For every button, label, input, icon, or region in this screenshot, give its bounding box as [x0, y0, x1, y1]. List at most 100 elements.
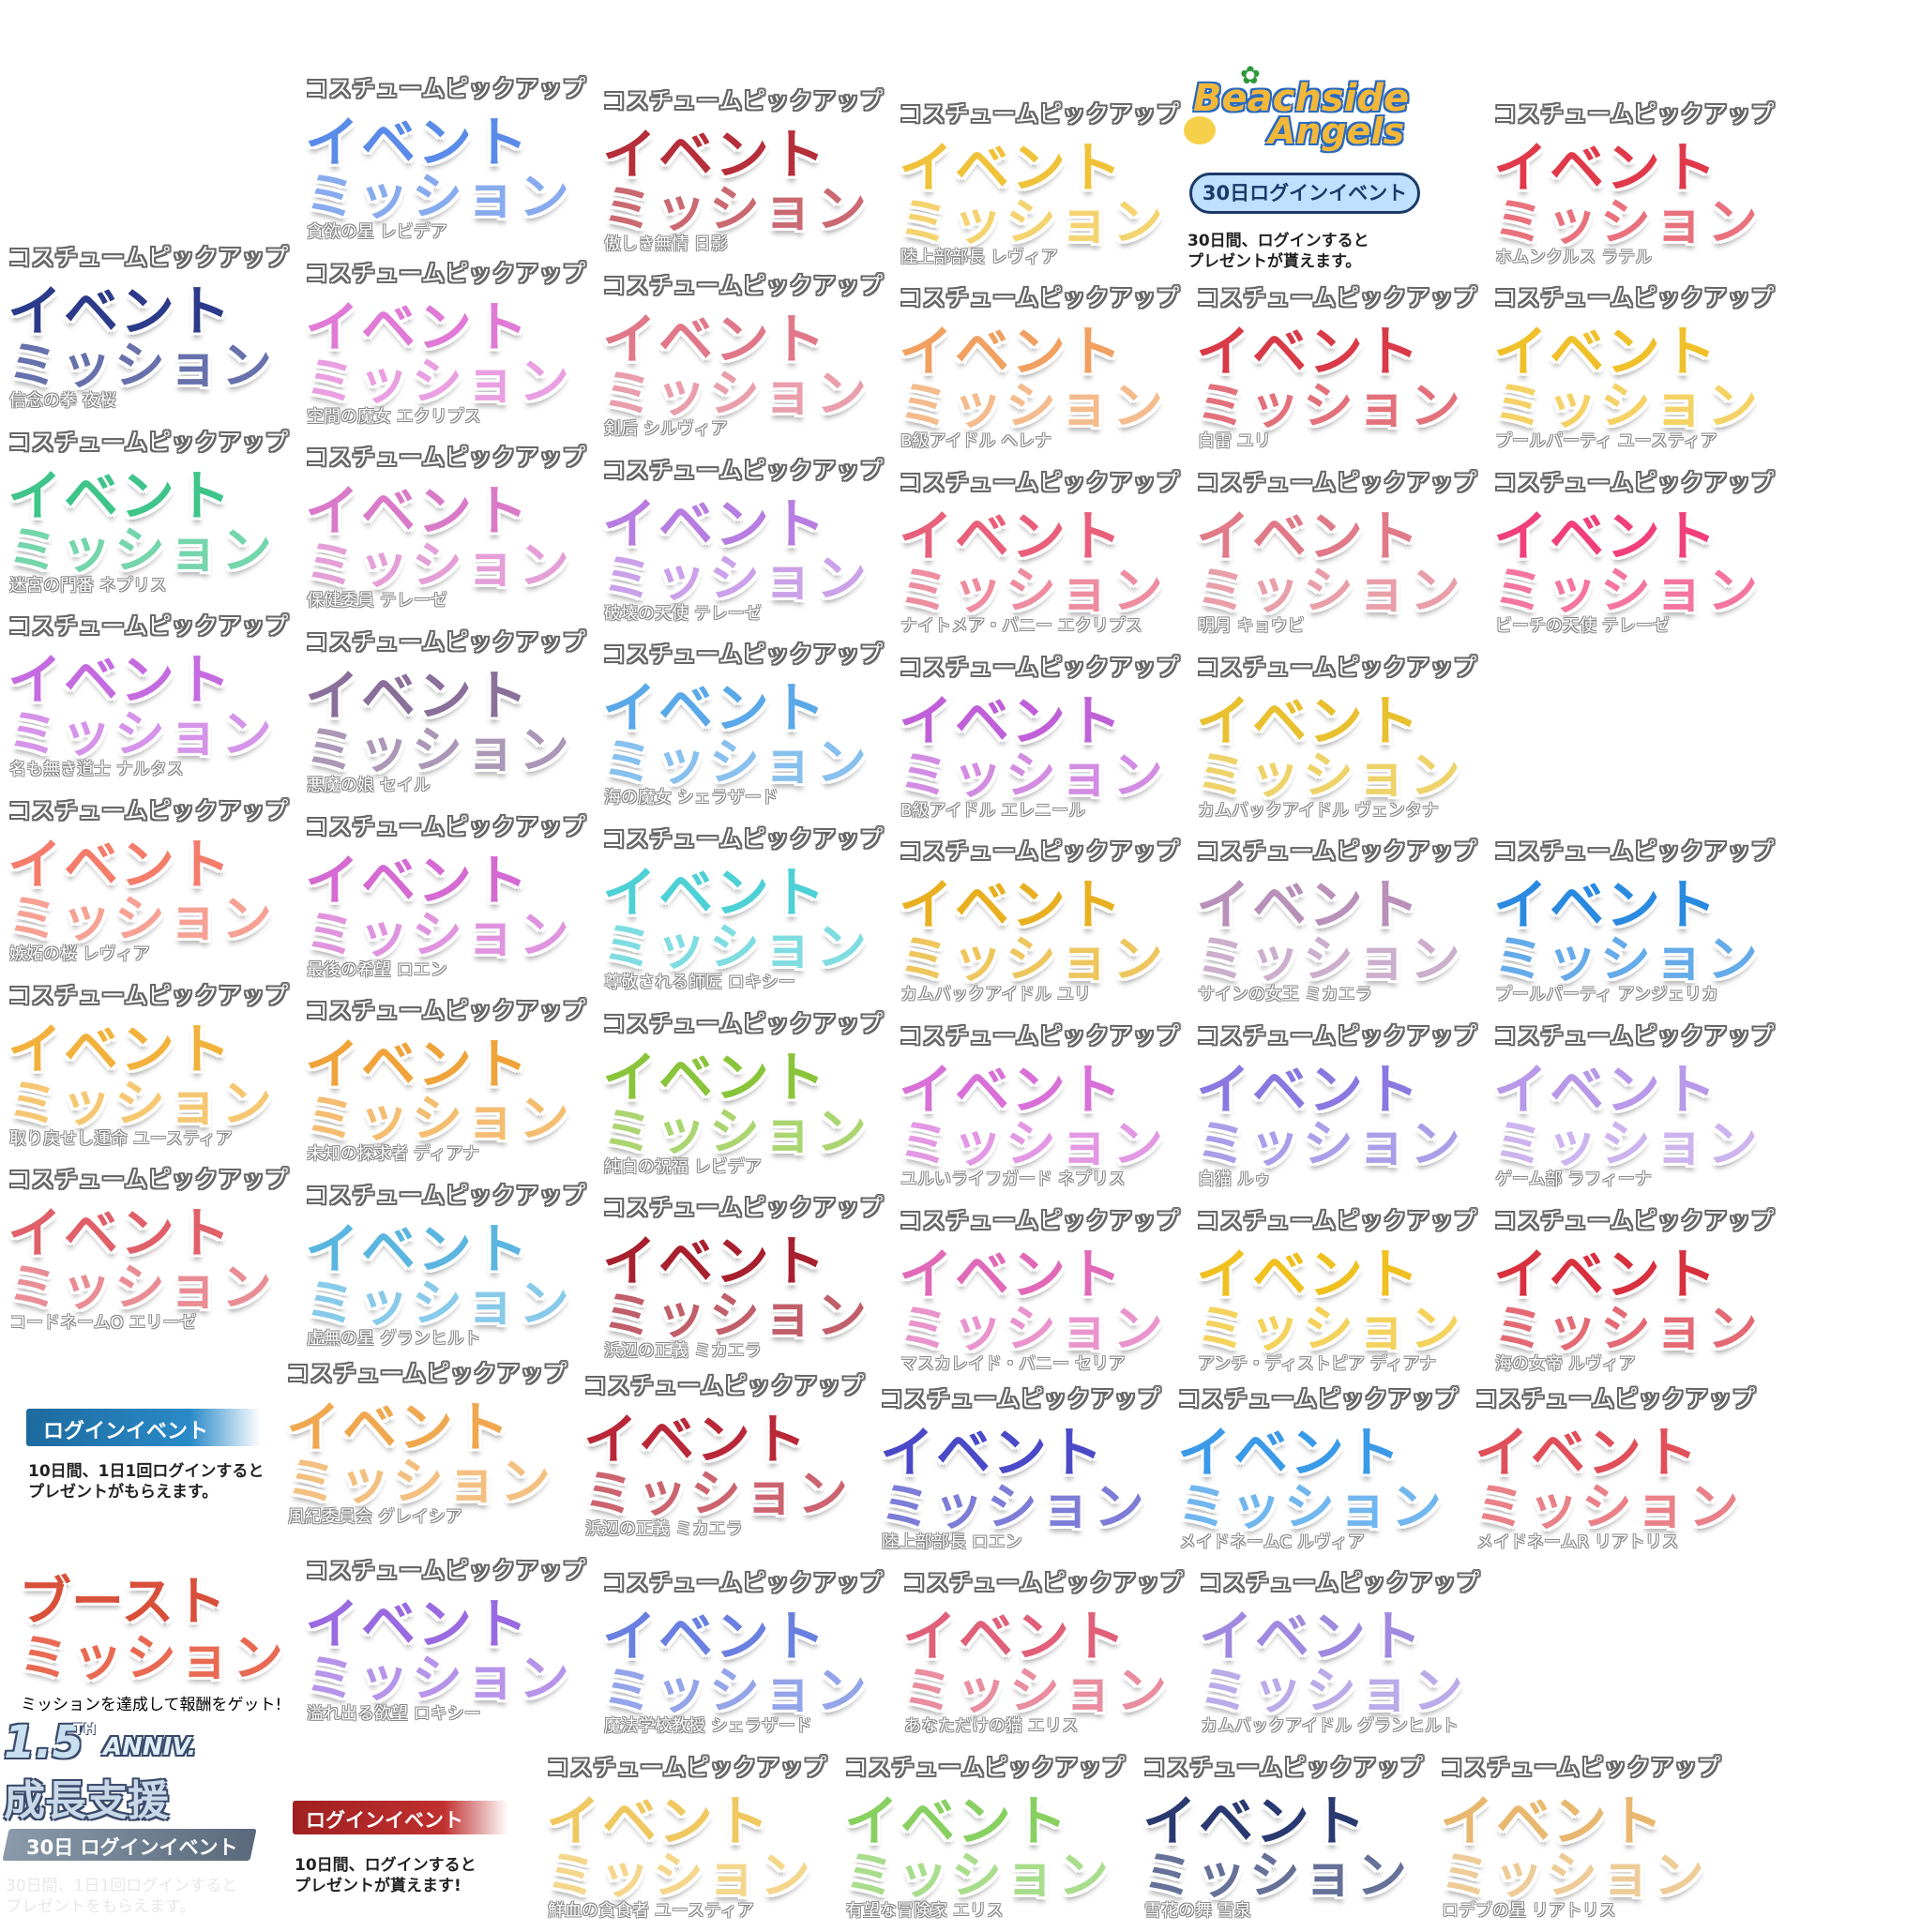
- tile-caption: 最後の希望 ロエン: [307, 960, 447, 980]
- tile-caption: 純白の祝福 レビデア: [604, 1157, 762, 1177]
- mission-tile: コスチュームピックアップ イベント ミッション 白猫 ルゥ: [1196, 1018, 1477, 1200]
- tile-caption: ホムンクルス ラテル: [1495, 248, 1653, 267]
- tile-caption: 破壊の天使 テレーゼ: [604, 604, 762, 624]
- boost-caption: ミッションを達成して報酬をゲット!: [21, 1696, 282, 1714]
- tile-caption: ロデブの星 リアトリス: [1442, 1901, 1616, 1921]
- tile-caption: あなただけの猫 エリス: [904, 1716, 1079, 1736]
- mission-tile: コスチュームピックアップ イベント ミッション 迷宮の門番 ネプリス: [8, 424, 289, 607]
- tile-caption: ユルいライフガード ネプリス: [900, 1170, 1126, 1189]
- tile-caption: 鮮血の貪食者 ユースティア: [548, 1901, 754, 1921]
- mission-tile: コスチュームピックアップ イベント ミッション 風紀委員会 グレイシア: [286, 1355, 567, 1538]
- mission-tile: コスチュームピックアップ イベント ミッション 浜辺の正義 ミカエラ: [602, 1189, 884, 1372]
- mission-tile: コスチュームピックアップ イベント ミッション ホムンクルス ラテル: [1493, 96, 1775, 279]
- mission-tile: コスチュームピックアップ イベント ミッション 名も無き道士 ナルタス: [8, 608, 289, 791]
- tile-caption: 白猫 ルゥ: [1198, 1170, 1271, 1189]
- mission-tile: コスチュームピックアップ イベント ミッション メイドネームR リアトリス: [1475, 1381, 1756, 1563]
- anniv-label: ANNIV.: [103, 1733, 197, 1761]
- tile-caption: 悪魔の娘 セイル: [307, 776, 431, 795]
- boost-line2: ミッション: [19, 1628, 286, 1687]
- tile-caption: プールパーティ ユースティア: [1495, 431, 1717, 451]
- mission-tile: コスチュームピックアップ イベント ミッション 傲しき無情 日影: [602, 83, 884, 265]
- mission-tile: コスチュームピックアップ イベント ミッション 陸上部部長 レヴィア: [899, 96, 1180, 279]
- mission-tile: コスチュームピックアップ イベント ミッション ゲーム部 ラフィーナ: [1493, 1018, 1775, 1200]
- anniv-th: TH: [73, 1720, 97, 1738]
- mission-tile: コスチュームピックアップ イベント ミッション 剣后 シルヴィア: [602, 267, 884, 450]
- login-event-title: ログインイベント: [43, 1420, 209, 1443]
- login-event-desc-2: プレゼントがもらえます。: [28, 1483, 219, 1502]
- tile-caption: 雪花の舞 雪泉: [1144, 1901, 1251, 1921]
- tile-caption: カムバックアイドル ヴェンタナ: [1198, 801, 1439, 821]
- tile-caption: 空間の魔女 エクリプス: [307, 407, 481, 427]
- mission-tile: コスチュームピックアップ イベント ミッション 嫉妬の桜 レヴィア: [8, 792, 289, 975]
- tile-caption: 嫉妬の桜 レヴィア: [9, 944, 150, 964]
- tile-caption: カムバックアイドル グランヒルト: [1201, 1716, 1459, 1736]
- login-event-desc-1: 10日間、1日1回ログインすると: [28, 1462, 265, 1481]
- tile-caption: アンチ・ディストピア ディアナ: [1198, 1354, 1437, 1374]
- mission-tile: コスチュームピックアップ イベント ミッション 貪欲の星 レビデア: [305, 70, 586, 253]
- login-event-blue: ログインイベント 10日間、1日1回ログインすると プレゼントがもらえます。: [26, 1407, 289, 1519]
- mission-tile: コスチュームピックアップ イベント ミッション コードネームO エリーゼ: [8, 1161, 289, 1344]
- login-event-red: ログインイベント 10日間、ログインすると プレゼントが貰えます!: [293, 1801, 537, 1904]
- tile-caption: 迷宮の門番 ネプリス: [9, 576, 167, 596]
- mission-tile: コスチュームピックアップ イベント ミッション 海の女帝 ルヴィア: [1493, 1202, 1775, 1385]
- anniversary-growth-support: 1.5 TH ANNIV. 成長支援 30日 ログインイベント 30日間、1日1…: [0, 1716, 272, 1916]
- mission-tile: コスチュームピックアップ イベント ミッション 純白の祝福 レビデア: [602, 1005, 884, 1188]
- tile-caption: ビーチの天使 テレーゼ: [1495, 616, 1670, 636]
- mission-tile: コスチュームピックアップ イベント ミッション メイドネームC ルヴィア: [1177, 1381, 1459, 1563]
- tile-caption: ナイトメア・バニー エクリプス: [900, 616, 1142, 636]
- mission-tile: コスチュームピックアップ イベント ミッション あなただけの猫 エリス: [902, 1564, 1184, 1747]
- mission-tile: コスチュームピックアップ イベント ミッション サインの女王 ミカエラ: [1196, 833, 1477, 1016]
- tile-caption: 傲しき無情 日影: [604, 234, 728, 254]
- tile-caption: 信念の拳 夜桜: [9, 391, 116, 411]
- tile-caption: 浜辺の正義 ミカエラ: [585, 1519, 743, 1539]
- tile-caption: 剣后 シルヴィア: [604, 419, 728, 439]
- mission-tile: コスチュームピックアップ イベント ミッション 虚無の星 グランヒルト: [305, 1177, 586, 1360]
- tile-caption: 尊敬される師匠 ロキシー: [604, 973, 795, 992]
- tile-caption: 取り戻せし運命 ユースティア: [9, 1129, 233, 1149]
- mission-tile: コスチュームピックアップ イベント ミッション アンチ・ディストピア ディアナ: [1196, 1202, 1477, 1385]
- mission-tile: コスチュームピックアップ イベント ミッション カムバックアイドル ユリ: [899, 833, 1180, 1016]
- tile-caption: 有望な冒険家 エリス: [846, 1901, 1004, 1921]
- mission-tile: コスチュームピックアップ イベント ミッション 未知の探求者 ディアナ: [305, 992, 586, 1175]
- mission-tile: コスチュームピックアップ イベント ミッション ロデブの星 リアトリス: [1440, 1749, 1721, 1932]
- tile-caption: 魔法学校教授 シェラザード: [604, 1716, 812, 1736]
- tile-caption: 海の女帝 ルヴィア: [1495, 1354, 1636, 1374]
- anniv-title: 成長支援: [4, 1777, 169, 1825]
- mission-tile: コスチュームピックアップ イベント ミッション 白雷 ユリ: [1196, 279, 1477, 462]
- mission-tile: コスチュームピックアップ イベント ミッション 雪花の舞 雪泉: [1142, 1749, 1424, 1932]
- mission-tile: コスチュームピックアップ イベント ミッション 尊敬される師匠 ロキシー: [602, 821, 884, 1004]
- tile-caption: メイドネームC ルヴィア: [1179, 1532, 1365, 1552]
- mission-tile: コスチュームピックアップ イベント ミッション 保健委員 テレーゼ: [305, 439, 586, 622]
- mission-tile: コスチュームピックアップ イベント ミッション 悪魔の娘 セイル: [305, 624, 586, 807]
- login-event-red-desc-1: 10日間、ログインすると: [295, 1856, 476, 1875]
- beachside-angels-event: ✿ Beachside Angels 30日ログインイベント 30日間、ログイン…: [1184, 56, 1428, 281]
- mission-tile: コスチュームピックアップ イベント ミッション カムバックアイドル グランヒルト: [1199, 1564, 1480, 1747]
- beachside-desc-1: 30日間、ログインすると: [1187, 232, 1369, 250]
- mission-tile: コスチュームピックアップ イベント ミッション 溢れ出る欲望 ロキシー: [305, 1552, 586, 1735]
- tile-caption: B級アイドル ヘレナ: [900, 431, 1052, 451]
- mission-tile: コスチュームピックアップ イベント ミッション B級アイドル エレニール: [899, 649, 1180, 832]
- tile-caption: 風紀委員会 グレイシア: [288, 1507, 462, 1527]
- login-event-pill: 30日ログインイベント: [1189, 173, 1420, 214]
- tile-caption: 白雷 ユリ: [1198, 431, 1271, 451]
- mission-tile: コスチュームピックアップ イベント ミッション 破壊の天使 テレーゼ: [602, 452, 884, 635]
- tile-caption: 浜辺の正義 ミカエラ: [604, 1341, 762, 1361]
- tile-caption: マスカレイド・バニー セリア: [900, 1354, 1126, 1374]
- tile-caption: 溢れ出る欲望 ロキシー: [307, 1704, 481, 1724]
- tile-caption: 貪欲の星 レビデア: [307, 222, 447, 242]
- mission-tile: コスチュームピックアップ イベント ミッション 有望な冒険家 エリス: [844, 1749, 1126, 1932]
- mission-tile: コスチュームピックアップ イベント ミッション プールパーティ ユースティア: [1493, 279, 1775, 462]
- login-event-red-desc-2: プレゼントが貰えます!: [295, 1877, 461, 1895]
- mission-tile: コスチュームピックアップ イベント ミッション 浜辺の正義 ミカエラ: [583, 1367, 865, 1550]
- tile-caption: 明月 キョウビ: [1198, 616, 1305, 636]
- mission-tile: コスチュームピックアップ イベント ミッション 鮮血の貪食者 ユースティア: [546, 1749, 827, 1932]
- mission-tile: コスチュームピックアップ イベント ミッション ユルいライフガード ネプリス: [899, 1018, 1180, 1200]
- anniv-banner-text: 30日 ログインイベント: [26, 1836, 238, 1859]
- anniv-number: 1.5: [4, 1716, 84, 1769]
- tile-caption: プールパーティ アンジェリカ: [1495, 985, 1718, 1004]
- mission-tile: コスチュームピックアップ イベント ミッション 魔法学校教授 シェラザード: [602, 1564, 884, 1747]
- tile-caption: 陸上部部長 ロエン: [882, 1532, 1022, 1552]
- tile-caption: ゲーム部 ラフィーナ: [1495, 1170, 1652, 1189]
- mission-tile: コスチュームピックアップ イベント ミッション B級アイドル ヘレナ: [899, 279, 1180, 462]
- mission-tile: コスチュームピックアップ イベント ミッション 明月 キョウビ: [1196, 464, 1477, 647]
